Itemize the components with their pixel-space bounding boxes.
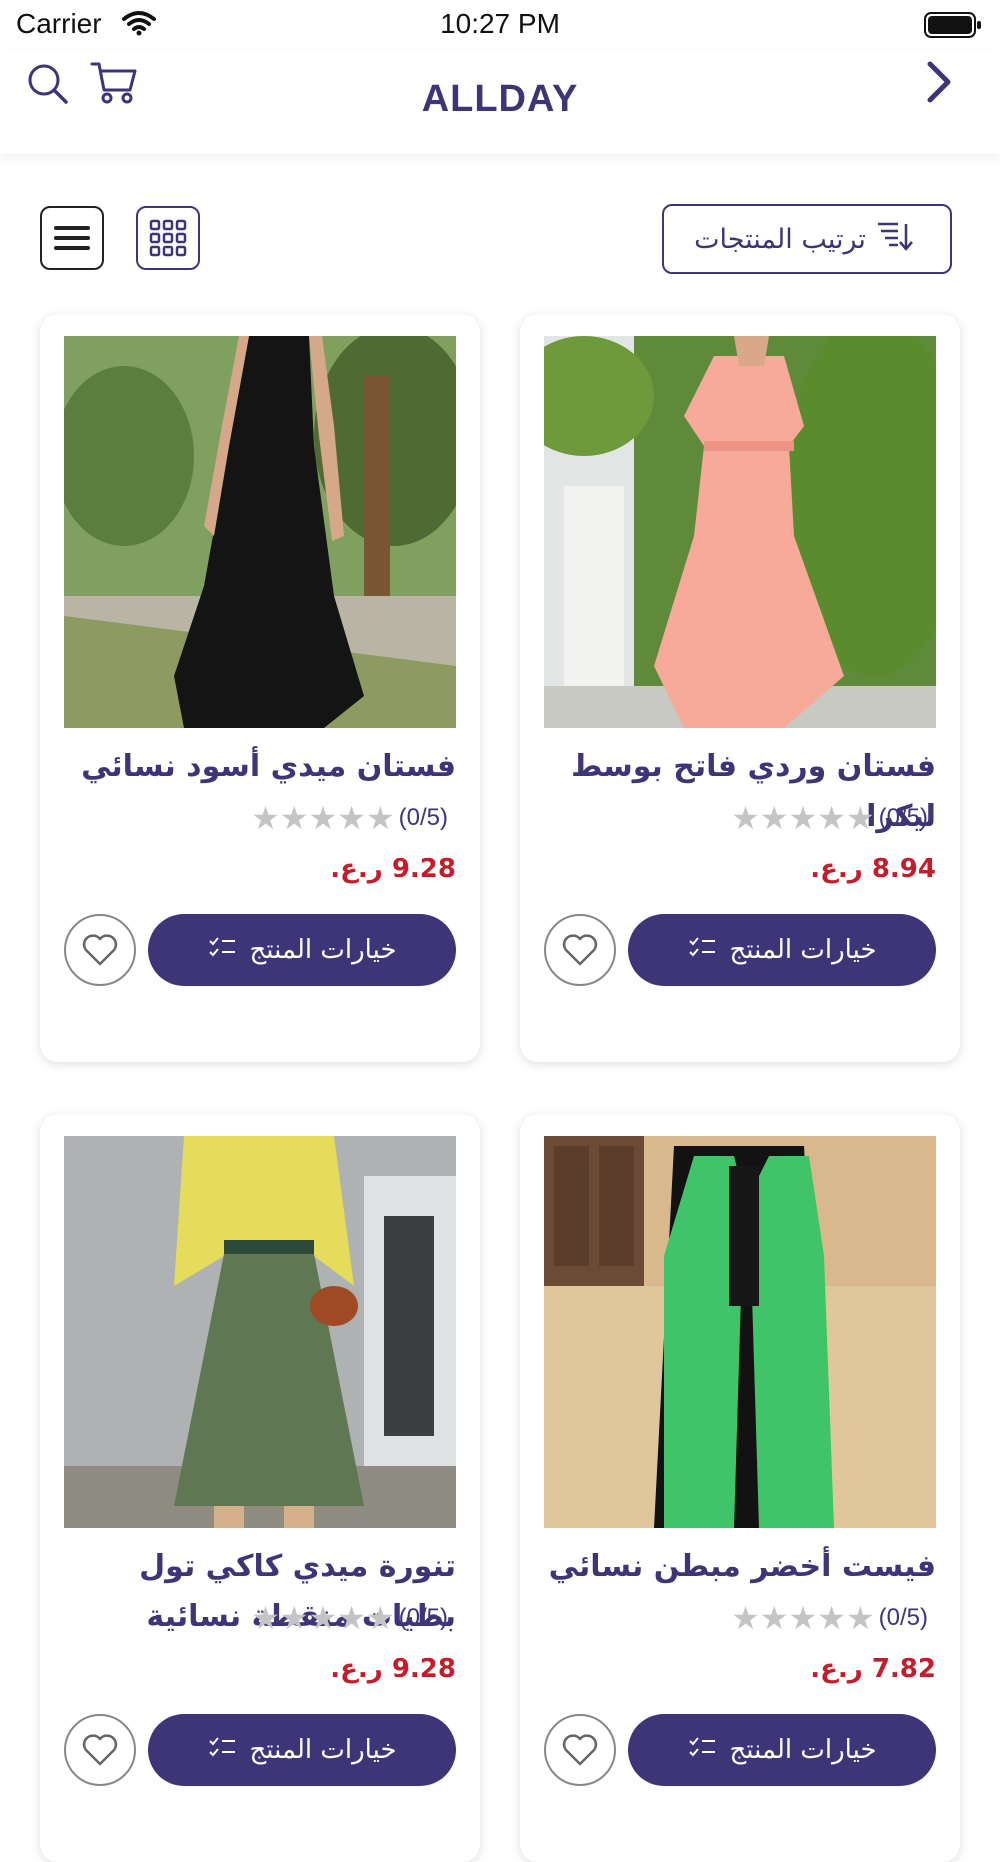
rating-count: (0/5) [398, 804, 448, 831]
product-rating: (0/5) ★★★★★ [544, 1602, 936, 1634]
grid-view-button[interactable] [136, 206, 200, 270]
heart-icon [562, 934, 598, 966]
checklist-icon [688, 1735, 716, 1765]
product-image[interactable] [544, 336, 936, 728]
product-price: 9.28 ر.ع. [330, 854, 456, 884]
favorite-button[interactable] [64, 914, 136, 986]
star-rating-icon: ★★★★★ [251, 799, 395, 837]
favorite-button[interactable] [64, 1714, 136, 1786]
heart-icon [82, 934, 118, 966]
star-rating-icon: ★★★★★ [731, 1599, 875, 1637]
product-image[interactable] [64, 1136, 456, 1528]
heart-icon [82, 1734, 118, 1766]
product-price: 9.28 ر.ع. [330, 1654, 456, 1684]
favorite-button[interactable] [544, 1714, 616, 1786]
favorite-button[interactable] [544, 914, 616, 986]
product-rating: (0/5) ★★★★★ [64, 1602, 456, 1634]
rating-count: (0/5) [878, 804, 928, 831]
rating-count: (0/5) [878, 1604, 928, 1631]
product-options-button[interactable]: خيارات المنتج [628, 914, 936, 986]
product-image[interactable] [544, 1136, 936, 1528]
product-card[interactable]: فستان وردي فاتح بوسط ليكرا (0/5) ★★★★★ 8… [520, 314, 960, 1062]
checklist-icon [688, 935, 716, 965]
product-options-button[interactable]: خيارات المنتج [628, 1714, 936, 1786]
product-title[interactable]: فستان ميدي أسود نسائي [64, 742, 456, 792]
checklist-icon [208, 1735, 236, 1765]
product-toolbar: ترتيب المنتجات [0, 200, 1000, 280]
product-options-button[interactable]: خيارات المنتج [148, 914, 456, 986]
sort-products-button[interactable]: ترتيب المنتجات [662, 204, 952, 274]
product-title[interactable]: فيست أخضر مبطن نسائي [544, 1542, 936, 1592]
star-rating-icon: ★★★★★ [731, 799, 875, 837]
brand-title: ALLDAY [421, 78, 579, 120]
product-rating: (0/5) ★★★★★ [64, 802, 456, 834]
product-card[interactable]: فستان ميدي أسود نسائي (0/5) ★★★★★ 9.28 ر… [40, 314, 480, 1062]
hamburger-icon [54, 226, 90, 250]
product-card[interactable]: فيست أخضر مبطن نسائي (0/5) ★★★★★ 7.82 ر.… [520, 1114, 960, 1862]
product-image[interactable] [64, 336, 456, 728]
product-price: 8.94 ر.ع. [810, 854, 936, 884]
product-rating: (0/5) ★★★★★ [544, 802, 936, 834]
heart-icon [562, 1734, 598, 1766]
options-label: خيارات المنتج [729, 1735, 877, 1765]
product-card[interactable]: تنورة ميدي كاكي تول بطيات منقطة نسائية (… [40, 1114, 480, 1862]
list-view-button[interactable] [40, 206, 104, 270]
product-price: 7.82 ر.ع. [810, 1654, 936, 1684]
star-rating-icon: ★★★★★ [251, 1599, 395, 1637]
sort-icon [876, 218, 920, 261]
product-options-button[interactable]: خيارات المنتج [148, 1714, 456, 1786]
status-bar: Carrier 10:27 PM [0, 0, 1000, 50]
grid-icon [149, 219, 187, 257]
options-label: خيارات المنتج [729, 935, 877, 965]
checklist-icon [208, 935, 236, 965]
battery-icon [924, 12, 982, 42]
status-time: 10:27 PM [440, 8, 560, 39]
sort-label: ترتيب المنتجات [694, 223, 866, 255]
options-label: خيارات المنتج [249, 1735, 397, 1765]
app-header: ALLDAY [0, 50, 1000, 154]
rating-count: (0/5) [398, 1604, 448, 1631]
options-label: خيارات المنتج [249, 935, 397, 965]
chevron-right-icon[interactable] [922, 58, 954, 110]
